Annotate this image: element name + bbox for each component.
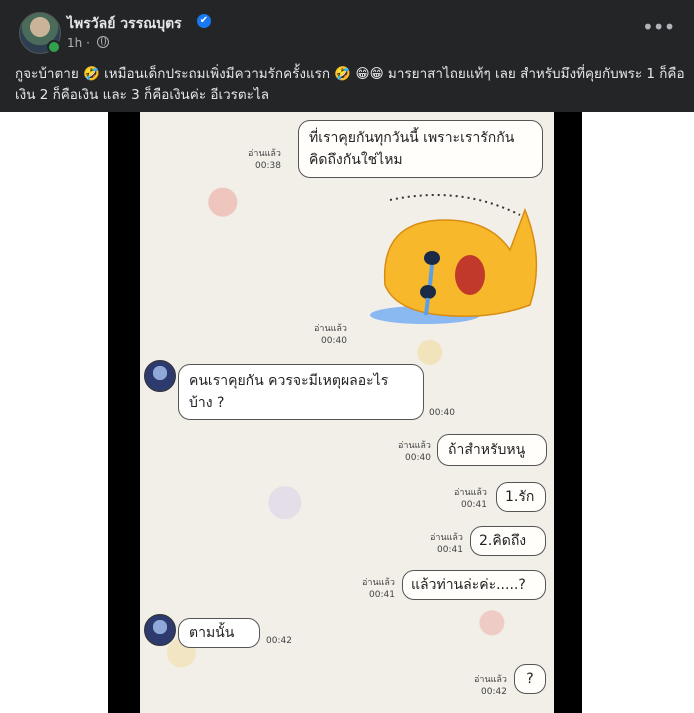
read-receipt: อ่านแล้ว 00:38 — [248, 149, 281, 171]
chat-bubble-outgoing: ถ้าสำหรับหนู — [437, 434, 547, 466]
read-receipt: อ่านแล้ว 00:40 — [398, 441, 431, 463]
online-status-icon — [47, 40, 61, 54]
message-time: 00:40 — [429, 408, 455, 418]
message-text: คนเราคุยกัน ควรจะมีเหตุผลอะไร — [189, 373, 389, 389]
chat-bubble-incoming: ตามนั้น — [178, 618, 260, 648]
read-receipt: อ่านแล้ว 00:41 — [362, 578, 395, 600]
message-text: ? — [526, 671, 534, 687]
author-name[interactable]: ไพรวัลย์ วรรณบุตร — [67, 13, 182, 35]
crying-sticker — [370, 194, 538, 324]
message-text: คิดถึงกันใช่ไหม — [309, 152, 403, 168]
post-meta: 1h · — [67, 36, 109, 50]
chat-bubble-outgoing: ? — [514, 664, 546, 694]
sender-avatar[interactable] — [144, 614, 176, 646]
message-time: 00:42 — [266, 636, 292, 646]
more-options-icon[interactable]: ••• — [642, 17, 675, 42]
verified-badge-icon: ✔ — [197, 14, 211, 28]
globe-icon[interactable] — [96, 36, 109, 48]
chat-screenshot: ที่เราคุยกันทุกวันนี้ เพราะเรารักกัน คิด… — [140, 112, 554, 713]
chat-bubble-outgoing: แล้วท่านล่ะค่ะ.....? — [402, 570, 546, 600]
message-text: ตามนั้น — [189, 625, 235, 641]
read-receipt: อ่านแล้ว 00:42 — [474, 675, 507, 697]
message-text: 2.คิดถึง — [479, 533, 527, 549]
message-text: บ้าง ? — [189, 395, 225, 411]
chat-bubble-outgoing: 2.คิดถึง — [470, 526, 546, 556]
message-text: 1.รัก — [505, 489, 535, 505]
read-receipt: อ่านแล้ว 00:40 — [314, 324, 347, 346]
sender-avatar[interactable] — [144, 360, 176, 392]
chat-bubble-incoming: คนเราคุยกัน ควรจะมีเหตุผลอะไร บ้าง ? — [178, 364, 424, 420]
chat-bubble-outgoing: ที่เราคุยกันทุกวันนี้ เพราะเรารักกัน คิด… — [298, 120, 543, 178]
read-receipt: อ่านแล้ว 00:41 — [430, 533, 463, 555]
post-caption: กูจะบ้าตาย 🤣 เหมือนเด็กประถมเพิ่งมีความร… — [15, 66, 685, 103]
message-text: ถ้าสำหรับหนู — [448, 442, 526, 458]
post-header: ไพรวัลย์ วรรณบุตร ✔ 1h · ••• — [0, 0, 694, 58]
message-text: ที่เราคุยกันทุกวันนี้ เพราะเรารักกัน — [309, 130, 515, 146]
chat-bubble-outgoing: 1.รัก — [496, 482, 546, 512]
message-text: แล้วท่านล่ะค่ะ.....? — [411, 577, 526, 593]
read-receipt: อ่านแล้ว 00:41 — [454, 488, 487, 510]
post-time[interactable]: 1h — [67, 36, 82, 50]
